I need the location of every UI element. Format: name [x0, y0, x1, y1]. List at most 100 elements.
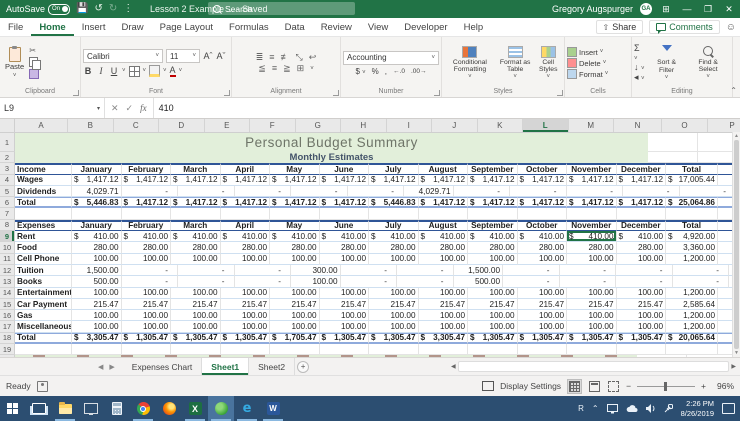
- cell[interactable]: $410.00: [171, 231, 221, 243]
- cell[interactable]: [468, 344, 518, 356]
- taskbar-wireless-display-icon[interactable]: [78, 396, 104, 421]
- cell[interactable]: $1,305.47: [369, 332, 419, 345]
- cell[interactable]: Total: [666, 163, 718, 175]
- cell[interactable]: 100.00: [270, 310, 320, 322]
- cell[interactable]: -: [397, 264, 454, 277]
- cell[interactable]: [369, 344, 419, 356]
- share-button[interactable]: ⇧ Share: [595, 20, 644, 34]
- cell[interactable]: $1,705.47: [270, 332, 320, 345]
- cell[interactable]: $1,305.47: [220, 332, 270, 345]
- column-header-L[interactable]: L: [523, 119, 569, 132]
- cell[interactable]: $3,305.47: [72, 332, 122, 345]
- cell[interactable]: $25,064.86: [666, 197, 718, 209]
- cell[interactable]: 280.00: [121, 242, 171, 254]
- row-header-6[interactable]: 6: [0, 197, 15, 209]
- row-header-16[interactable]: 16: [0, 310, 15, 322]
- zoom-slider[interactable]: [637, 381, 696, 391]
- cell[interactable]: 100.00: [616, 310, 666, 322]
- cell[interactable]: 100.00: [616, 287, 666, 299]
- orientation-icon[interactable]: ⤡: [296, 53, 303, 62]
- cell[interactable]: -: [347, 185, 404, 198]
- cell[interactable]: 100.00: [369, 253, 419, 265]
- cell[interactable]: $410.00: [418, 231, 468, 243]
- align-right-icon[interactable]: ≧: [283, 64, 291, 73]
- cell[interactable]: 215.47: [72, 298, 122, 311]
- conditional-formatting-button[interactable]: Conditional Formatting ˅: [444, 39, 496, 87]
- taskbar-file-explorer-icon[interactable]: [52, 396, 78, 421]
- taskbar-screen-recorder-icon[interactable]: [208, 396, 234, 421]
- column-header-O[interactable]: O: [662, 119, 708, 132]
- row-header-18[interactable]: 18: [0, 332, 15, 345]
- sheet-tab-sheet2[interactable]: Sheet2: [249, 358, 296, 375]
- cell[interactable]: [666, 344, 718, 356]
- cell[interactable]: [648, 133, 698, 152]
- tray-r-app-icon[interactable]: R: [578, 404, 584, 413]
- cell[interactable]: 100.00: [220, 321, 270, 333]
- redo-icon[interactable]: ↻: [109, 4, 117, 14]
- cell[interactable]: 100.00: [121, 253, 171, 265]
- cell[interactable]: 215.47: [567, 298, 617, 311]
- cell[interactable]: Total: [666, 219, 718, 232]
- taskbar-task-view-icon[interactable]: [26, 396, 52, 421]
- cell[interactable]: 100.00: [468, 253, 518, 265]
- merged-cell[interactable]: Monthly Estimates: [15, 152, 648, 164]
- tab-data[interactable]: Data: [277, 18, 313, 36]
- tab-page-layout[interactable]: Page Layout: [152, 18, 221, 36]
- dialog-launcher-icon[interactable]: [73, 90, 79, 96]
- cell[interactable]: Rent: [15, 231, 72, 243]
- zoom-in-button[interactable]: +: [701, 381, 706, 391]
- cell[interactable]: [567, 208, 617, 220]
- cell[interactable]: $410.00: [319, 231, 369, 243]
- tab-formulas[interactable]: Formulas: [221, 18, 277, 36]
- tray-display-icon[interactable]: [606, 403, 618, 414]
- cell[interactable]: $1,417.12: [567, 174, 617, 186]
- scroll-thumb[interactable]: [734, 140, 739, 349]
- cell[interactable]: -: [559, 276, 616, 288]
- cell[interactable]: [648, 152, 698, 164]
- sheet-tab-sheet1[interactable]: Sheet1: [202, 358, 250, 375]
- cell[interactable]: 100.00: [418, 321, 468, 333]
- hidden-icons-chevron-icon[interactable]: ⌃: [592, 404, 599, 413]
- cell[interactable]: 100.00: [418, 253, 468, 265]
- scroll-down-icon[interactable]: ▼: [734, 350, 739, 356]
- cell[interactable]: 2,585.64: [666, 298, 718, 311]
- cell[interactable]: $1,305.47: [517, 332, 567, 345]
- cell[interactable]: 100.00: [121, 287, 171, 299]
- cell[interactable]: 100.00: [319, 310, 369, 322]
- cell[interactable]: -: [340, 276, 397, 288]
- cell[interactable]: January: [72, 163, 122, 175]
- sort-filter-button[interactable]: Sort & Filter ˅: [647, 39, 686, 87]
- cell[interactable]: [72, 344, 122, 356]
- cell[interactable]: 100.00: [319, 253, 369, 265]
- cell[interactable]: $17,005.44: [666, 174, 718, 186]
- cell[interactable]: 100.00: [72, 253, 122, 265]
- cell[interactable]: Cell Phone: [15, 253, 72, 265]
- cell[interactable]: $1,305.47: [468, 332, 518, 345]
- cell[interactable]: February: [121, 219, 171, 232]
- volume-icon[interactable]: [645, 404, 656, 413]
- align-left-icon[interactable]: ≦: [258, 64, 266, 73]
- chevron-down-icon[interactable]: ˅: [179, 68, 183, 74]
- cell[interactable]: -: [503, 264, 560, 277]
- cell[interactable]: 100.00: [121, 321, 171, 333]
- cell[interactable]: 100.00: [468, 310, 518, 322]
- cell[interactable]: -: [234, 264, 291, 277]
- cell[interactable]: November: [567, 163, 617, 175]
- cell[interactable]: $410.00: [270, 231, 320, 243]
- wrap-text-icon[interactable]: ↩: [309, 53, 317, 62]
- system-clock[interactable]: 2:26 PM 8/26/2019: [681, 399, 714, 418]
- cell[interactable]: 280.00: [72, 242, 122, 254]
- onedrive-cloud-icon[interactable]: [626, 404, 638, 413]
- cell[interactable]: 100.00: [517, 253, 567, 265]
- number-format-select[interactable]: Accounting ˅: [343, 50, 439, 65]
- row-header-15[interactable]: 15: [0, 298, 15, 311]
- clear-icon[interactable]: ◂ ˅: [634, 73, 645, 83]
- row-header-9[interactable]: 9: [0, 231, 15, 243]
- search-input[interactable]: Search: [208, 2, 355, 15]
- cell[interactable]: $1,305.47: [171, 332, 221, 345]
- cell[interactable]: $1,417.12: [468, 197, 518, 209]
- copy-icon[interactable]: [29, 57, 42, 70]
- cell[interactable]: [418, 344, 468, 356]
- row-header-13[interactable]: 13: [0, 276, 15, 288]
- cell[interactable]: [418, 208, 468, 220]
